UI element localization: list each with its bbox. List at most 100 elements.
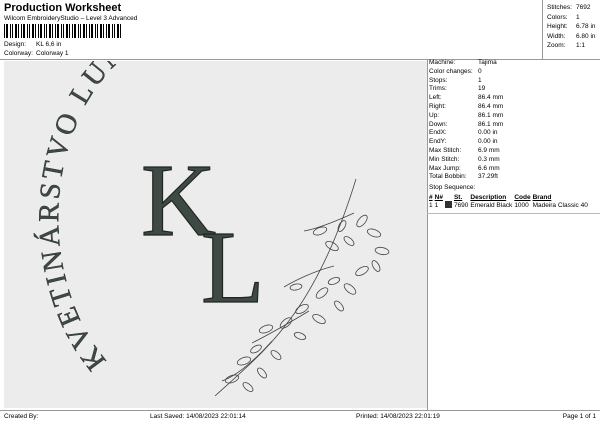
barcode-bar bbox=[61, 24, 62, 38]
barcode-bar bbox=[23, 24, 25, 38]
row-description: Emerald Black bbox=[470, 201, 513, 209]
barcode-bar bbox=[10, 24, 11, 38]
detail-label: Trims: bbox=[429, 85, 447, 93]
detail-label: Max Jump: bbox=[429, 164, 461, 172]
barcode-bar bbox=[15, 24, 17, 38]
detail-value: 0.3 mm bbox=[478, 155, 500, 163]
detail-value: 86.4 mm bbox=[478, 94, 504, 102]
barcode-bar bbox=[27, 24, 28, 38]
header-divider bbox=[0, 59, 600, 60]
row-n: 1 bbox=[434, 201, 439, 209]
detail-label: Machine: bbox=[429, 59, 456, 66]
barcode-bar bbox=[29, 24, 30, 38]
width-value: 6.80 in bbox=[576, 32, 596, 40]
detail-row: EndY: 0.00 in bbox=[429, 138, 503, 147]
page-title: Production Worksheet bbox=[4, 2, 122, 14]
stop-sequence-table: # N# St. Description Code Brand 1 1 7690… bbox=[429, 194, 590, 209]
detail-row: Total Bobbin: 37.29ft bbox=[429, 173, 503, 182]
height-value: 6.78 in bbox=[576, 23, 596, 31]
barcode-bar bbox=[117, 24, 119, 38]
header-swatch bbox=[445, 194, 454, 201]
barcode-bar bbox=[12, 24, 13, 38]
summary-stats: Stitches: 7692 Colors: 1 Height: 6.78 in Wi… bbox=[547, 3, 596, 51]
detail-row: Trims: 19 bbox=[429, 85, 503, 94]
colorway-value: Colorway 1 bbox=[36, 50, 69, 57]
barcode-bar bbox=[66, 24, 68, 38]
header-description: Description bbox=[470, 194, 507, 201]
width-row: Width: 6.80 in bbox=[547, 32, 596, 42]
detail-value: 86.1 mm bbox=[478, 111, 504, 119]
zoom-row: Zoom: 1:1 bbox=[547, 41, 596, 51]
detail-label: Min Stitch: bbox=[429, 155, 460, 163]
detail-label: EndY: bbox=[429, 138, 447, 146]
detail-label: Max Stitch: bbox=[429, 146, 462, 154]
software-name: Wilcom EmbroideryStudio – Level 3 Advanc… bbox=[4, 15, 138, 22]
machine-details: Machine: Tajima Color changes: 0 Stops: 1 Trim… bbox=[429, 59, 503, 182]
barcode-bar bbox=[57, 24, 59, 38]
barcode-bar bbox=[80, 24, 81, 38]
summary-divider bbox=[542, 0, 543, 59]
barcode-bar bbox=[21, 24, 22, 38]
barcode-bar bbox=[4, 24, 5, 38]
barcode-bar bbox=[100, 24, 102, 38]
detail-label: Up: bbox=[429, 111, 440, 119]
barcode-bar bbox=[52, 24, 53, 38]
detail-label: Color changes: bbox=[429, 67, 473, 75]
zoom-value: 1:1 bbox=[576, 42, 586, 50]
color-swatch bbox=[444, 201, 452, 208]
barcode-bar bbox=[46, 24, 47, 38]
row-code: 1000 bbox=[514, 201, 529, 209]
design-preview: KVETINÁRSTVO LUNA K L bbox=[4, 19, 427, 408]
barcode bbox=[4, 24, 121, 38]
detail-value: Tajima bbox=[478, 59, 497, 66]
detail-value: 6.9 mm bbox=[478, 146, 500, 154]
stop-sequence-title: Stop Sequence: bbox=[429, 184, 476, 191]
barcode-bar bbox=[103, 24, 104, 38]
barcode-bar bbox=[120, 24, 121, 38]
barcode-bar bbox=[6, 24, 8, 38]
detail-value: 19 bbox=[478, 85, 486, 93]
detail-row: Right: 86.4 mm bbox=[429, 103, 503, 112]
detail-label: Total Bobbin: bbox=[429, 173, 467, 181]
detail-value: 86.4 mm bbox=[478, 102, 504, 110]
detail-label: Left: bbox=[429, 94, 442, 102]
barcode-bar bbox=[97, 24, 98, 38]
arc-text-path: KVETINÁRSTVO LUNA bbox=[32, 19, 150, 376]
detail-value: 1 bbox=[478, 76, 482, 84]
header-brand: Brand bbox=[532, 194, 552, 201]
footer-divider bbox=[0, 410, 600, 411]
design-name-row: Design: KL 6,6 in bbox=[4, 41, 61, 48]
barcode-bar bbox=[114, 24, 115, 38]
detail-row: Color changes: 0 bbox=[429, 68, 503, 77]
barcode-bar bbox=[83, 24, 85, 38]
arc-text: KVETINÁRSTVO LUNA bbox=[32, 61, 152, 376]
detail-row: Stops: 1 bbox=[429, 77, 503, 86]
barcode-bar bbox=[44, 24, 45, 38]
row-swatch bbox=[444, 201, 454, 209]
barcode-bar bbox=[35, 24, 36, 38]
barcode-bar bbox=[95, 24, 96, 38]
barcode-bar bbox=[89, 24, 90, 38]
detail-value: 0.00 in bbox=[478, 138, 498, 146]
barcode-bar bbox=[78, 24, 79, 38]
barcode-bar bbox=[72, 24, 73, 38]
barcode-bar bbox=[91, 24, 93, 38]
detail-row: Min Stitch: 0.3 mm bbox=[429, 156, 503, 165]
height-label: Height: bbox=[547, 23, 568, 31]
colors-label: Colors: bbox=[547, 13, 568, 21]
detail-row: Max Stitch: 6.9 mm bbox=[429, 147, 503, 156]
table-header: # N# St. Description Code Brand bbox=[429, 194, 590, 201]
zoom-label: Zoom: bbox=[547, 42, 566, 50]
barcode-bar bbox=[40, 24, 42, 38]
panel-divider bbox=[427, 59, 428, 410]
barcode-bar bbox=[38, 24, 39, 38]
created-by: Created By: bbox=[4, 413, 39, 420]
barcode-bar bbox=[74, 24, 76, 38]
printed-date: Printed: 14/08/2023 22:01:19 bbox=[356, 413, 440, 420]
colorway-row: Colorway: Colorway 1 bbox=[4, 50, 69, 57]
detail-row: Machine: Tajima bbox=[429, 59, 503, 68]
barcode-bar bbox=[106, 24, 107, 38]
detail-value: 37.29ft bbox=[478, 173, 498, 181]
barcode-bar bbox=[112, 24, 113, 38]
colorway-label: Colorway: bbox=[4, 50, 33, 57]
